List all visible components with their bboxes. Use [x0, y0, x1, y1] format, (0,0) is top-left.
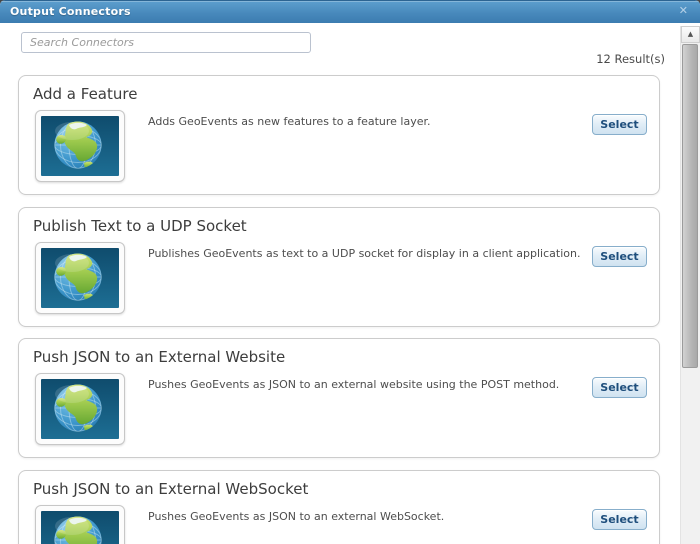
search-input[interactable]	[21, 32, 311, 53]
scroll-up-arrow-icon[interactable]: ▲	[681, 26, 700, 43]
connector-thumbnail	[35, 242, 125, 314]
select-button[interactable]: Select	[592, 509, 647, 530]
select-button[interactable]: Select	[592, 377, 647, 398]
connector-thumbnail	[35, 110, 125, 182]
connector-card: Add a Feature Adds GeoEvents as new feat…	[18, 75, 660, 195]
connector-card: Publish Text to a UDP Socket Publishes G…	[18, 207, 660, 327]
globe-icon	[41, 248, 119, 308]
connector-title: Push JSON to an External Website	[33, 348, 286, 366]
select-button[interactable]: Select	[592, 246, 647, 267]
connector-description: Publishes GeoEvents as text to a UDP soc…	[148, 247, 581, 260]
globe-icon	[41, 379, 119, 439]
connector-description: Adds GeoEvents as new features to a feat…	[148, 115, 431, 128]
results-count: 12 Result(s)	[596, 52, 665, 66]
connector-description: Pushes GeoEvents as JSON to an external …	[148, 510, 445, 523]
output-connectors-dialog: Output Connectors ✕ 12 Result(s) Add a F…	[0, 0, 700, 544]
connector-thumbnail	[35, 373, 125, 445]
connector-title: Publish Text to a UDP Socket	[33, 217, 247, 235]
connector-thumbnail	[35, 505, 125, 544]
scrollbar-thumb[interactable]	[682, 44, 698, 368]
select-button[interactable]: Select	[592, 114, 647, 135]
globe-icon	[41, 511, 119, 544]
dialog-title: Output Connectors	[10, 5, 131, 18]
close-icon[interactable]: ✕	[679, 4, 688, 18]
connector-card: Push JSON to an External Website Pushes …	[18, 338, 660, 458]
dialog-titlebar: Output Connectors ✕	[0, 0, 700, 23]
connector-title: Add a Feature	[33, 85, 138, 103]
connector-description: Pushes GeoEvents as JSON to an external …	[148, 378, 560, 391]
connector-title: Push JSON to an External WebSocket	[33, 480, 309, 498]
connector-card: Push JSON to an External WebSocket Pushe…	[18, 470, 660, 544]
vertical-scrollbar[interactable]: ▲	[680, 26, 700, 544]
globe-icon	[41, 116, 119, 176]
